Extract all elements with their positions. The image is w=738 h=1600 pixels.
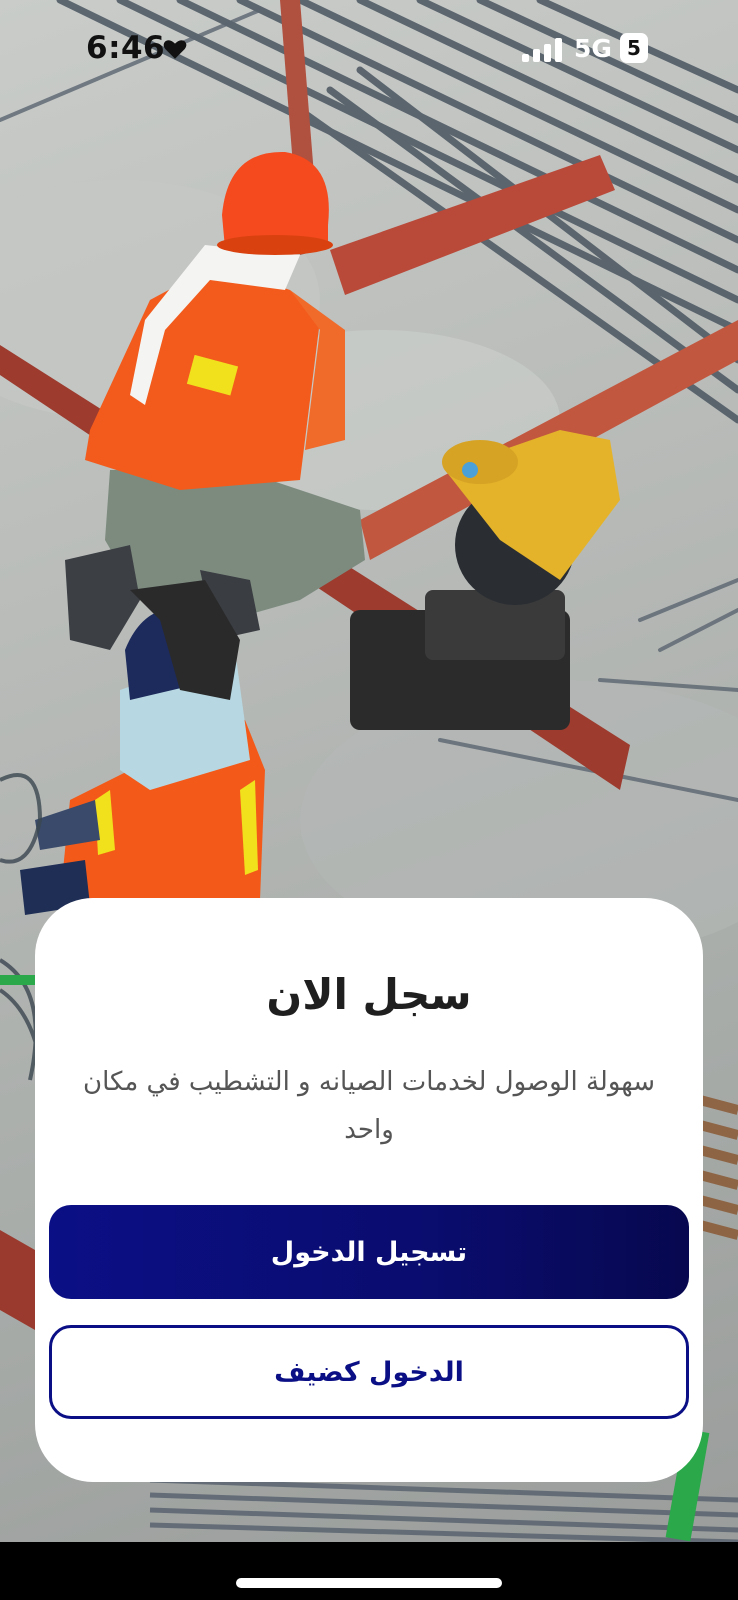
card-title: سجل الان <box>266 970 472 1019</box>
signal-bars-icon <box>522 38 562 62</box>
heart-icon <box>163 40 187 59</box>
home-indicator[interactable] <box>236 1578 502 1588</box>
home-bar-area <box>0 1542 738 1600</box>
battery-icon: 5 <box>620 33 648 63</box>
guest-login-button[interactable]: الدخول كضيف <box>49 1325 689 1419</box>
status-time: 6:46 <box>86 30 166 66</box>
signup-card: سجل الان سهولة الوصول لخدمات الصيانه و ا… <box>35 898 703 1482</box>
network-type: 5G <box>574 34 612 63</box>
login-button[interactable]: تسجيل الدخول <box>49 1205 689 1299</box>
card-subtitle: سهولة الوصول لخدمات الصيانه و التشطيب في… <box>82 1067 656 1145</box>
status-bar: 6:46 5G 5 <box>0 0 738 100</box>
